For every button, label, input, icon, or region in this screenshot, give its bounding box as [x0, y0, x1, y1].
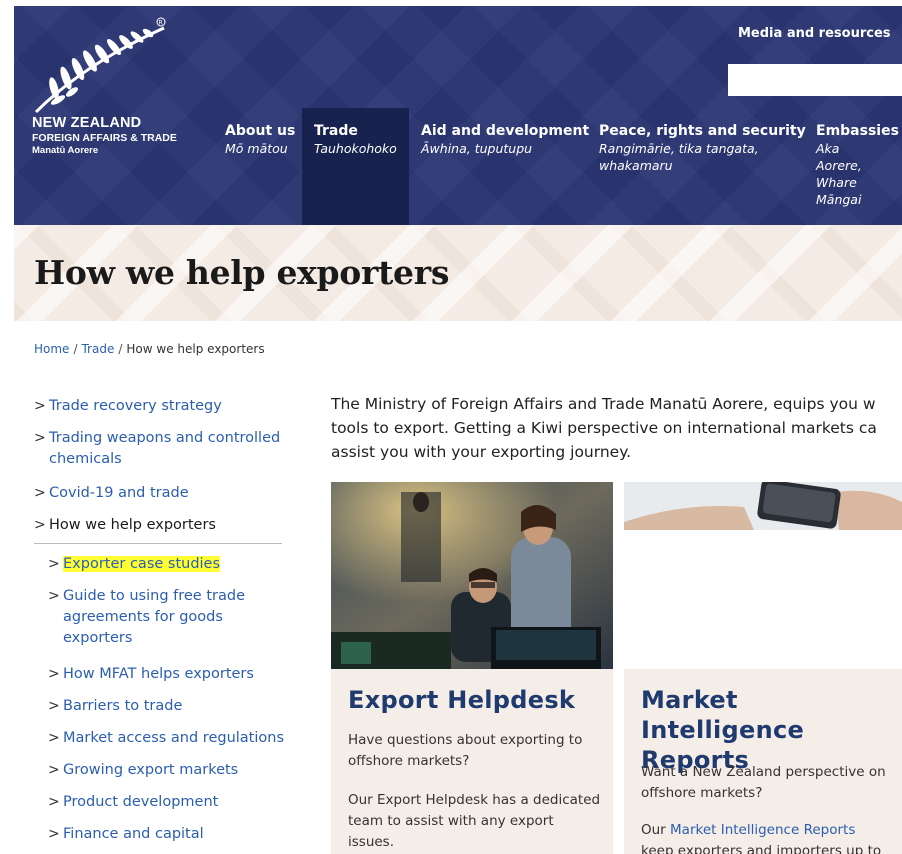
sidebar-subitem-exporter-case-studies[interactable]: > Exporter case studies [48, 554, 288, 575]
chevron-right-icon: > [48, 730, 60, 746]
intro-paragraph: The Ministry of Foreign Affairs and Trad… [331, 392, 902, 464]
nav-maori-label: Aka Aorere, Whare Māngai [816, 141, 862, 207]
sidebar-subitem-growing-export-markets[interactable]: > Growing export markets [48, 760, 288, 781]
sidebar-subitem-fta-guide[interactable]: > Guide to using free trade agreements f… [48, 586, 258, 649]
sidebar-item-label: Covid-19 and trade [49, 485, 189, 501]
sidebar-item-label: Barriers to trade [63, 698, 183, 714]
search-input[interactable] [728, 64, 902, 96]
sidebar-item-label: Exporter case studies [63, 556, 221, 572]
intro-line: assist you with your exporting journey. [331, 443, 632, 461]
market-intelligence-reports-link[interactable]: Market Intelligence Reports [670, 822, 855, 838]
nav-maori-label: Tauhokohoko [314, 141, 397, 156]
nav-about-us[interactable]: About us Mō mātou [214, 108, 296, 225]
nav-maori-label: Mō mātou [225, 141, 288, 156]
page-title: How we help exporters [34, 253, 450, 292]
card-text-prefix: Our [641, 822, 671, 838]
sidebar-subitem-product-development[interactable]: > Product development [48, 792, 288, 813]
sidebar-item-trade-recovery[interactable]: > Trade recovery strategy [34, 396, 284, 417]
nav-peace-rights-security[interactable]: Peace, rights and security Rangimārie, t… [599, 108, 811, 225]
nav-trade[interactable]: Trade Tauhokohoko [302, 108, 409, 225]
card-description: Have questions about exporting to offsho… [348, 732, 583, 769]
breadcrumb-separator: / [73, 342, 78, 356]
chevron-right-icon: > [48, 556, 60, 572]
sidebar-item-label: Product development [63, 794, 219, 810]
breadcrumb-separator: / [118, 342, 123, 356]
breadcrumb-home[interactable]: Home [34, 342, 69, 356]
breadcrumb: Home / Trade / How we help exporters [34, 342, 265, 356]
chevron-right-icon: > [48, 666, 60, 682]
chevron-right-icon: > [48, 698, 60, 714]
card-description: Want a New Zealand perspective on offsho… [641, 764, 886, 801]
breadcrumb-current: How we help exporters [126, 342, 265, 356]
nav-label: Embassies [816, 123, 899, 139]
site-header: R NEW ZEALAND FOREIGN AFFAIRS & TRADE Ma… [14, 6, 902, 225]
card-text-suffix: keep exporters and importers up to [641, 843, 882, 854]
breadcrumb-trade[interactable]: Trade [81, 342, 114, 356]
sidebar-item-label: Growing export markets [63, 762, 239, 778]
nav-aid-and-development[interactable]: Aid and development Āwhina, tuputupu [409, 108, 599, 225]
sidebar-subitem-finance-and-capital[interactable]: > Finance and capital [48, 824, 288, 845]
phone-photo-image [624, 482, 902, 669]
chevron-right-icon: > [34, 485, 46, 501]
sidebar-subitem-market-access[interactable]: > Market access and regulations [48, 728, 298, 749]
intro-line: tools to export. Getting a Kiwi perspect… [331, 419, 877, 437]
sidebar-item-covid-19[interactable]: > Covid-19 and trade [34, 483, 284, 504]
nav-maori-label: Rangimārie, tika tangata, whakamaru [599, 141, 759, 173]
chevron-right-icon: > [34, 398, 46, 414]
office-photo-image [331, 482, 613, 669]
nav-maori-label: Āwhina, tuputupu [421, 141, 533, 156]
intro-line: The Ministry of Foreign Affairs and Trad… [331, 395, 876, 413]
sidebar-item-trading-weapons[interactable]: > Trading weapons and controlled chemica… [34, 428, 284, 470]
chevron-right-icon: > [48, 826, 60, 842]
card-export-helpdesk[interactable]: Export Helpdesk Have questions about exp… [331, 482, 613, 854]
nav-label: Aid and development [421, 123, 590, 139]
card-description: Our Market Intelligence Reports keep expo… [641, 820, 899, 854]
sidebar-item-label: Trading weapons and controlled chemicals [49, 430, 281, 467]
card-title-line: Market Intelligence [641, 686, 805, 744]
chevron-right-icon: > [48, 794, 60, 810]
sidebar-item-label: How we help exporters [49, 517, 216, 533]
sidebar-item-label: Finance and capital [63, 826, 204, 842]
sidebar-item-label: Market access and regulations [63, 730, 285, 746]
nav-label: Peace, rights and security [599, 123, 806, 139]
card-description: Our Export Helpdesk has a dedicated team… [348, 792, 601, 850]
sidebar-item-how-we-help[interactable]: > How we help exporters [34, 515, 284, 536]
nav-label: Trade [314, 123, 358, 139]
sidebar-item-label: Trade recovery strategy [49, 398, 222, 414]
sidebar-item-label: How MFAT helps exporters [63, 666, 254, 682]
media-and-resources-link[interactable]: Media and resources [738, 26, 891, 41]
sidebar-subitem-barriers-to-trade[interactable]: > Barriers to trade [48, 696, 288, 717]
chevron-right-icon: > [48, 588, 60, 604]
logo-title: NEW ZEALAND [32, 115, 142, 131]
sidebar-subitem-how-mfat-helps[interactable]: > How MFAT helps exporters [48, 664, 288, 685]
silver-fern-icon: R [34, 17, 166, 114]
card-market-intelligence[interactable]: Market Intelligence Reports Want a New Ze… [624, 482, 902, 854]
chevron-right-icon: > [48, 762, 60, 778]
nav-label: About us [225, 123, 296, 139]
card-title: Export Helpdesk [348, 686, 576, 714]
sidebar-divider [34, 543, 282, 544]
sidebar-item-label: Guide to using free trade agreements for… [63, 588, 245, 646]
chevron-right-icon: > [34, 430, 46, 446]
svg-text:R: R [159, 20, 163, 27]
logo-maori-name: Manatū Aorere [32, 145, 99, 156]
logo-subtitle: FOREIGN AFFAIRS & TRADE [32, 132, 177, 144]
chevron-right-icon: > [34, 517, 46, 533]
nav-embassies[interactable]: Embassies Aka Aorere, Whare Māngai [816, 108, 902, 225]
